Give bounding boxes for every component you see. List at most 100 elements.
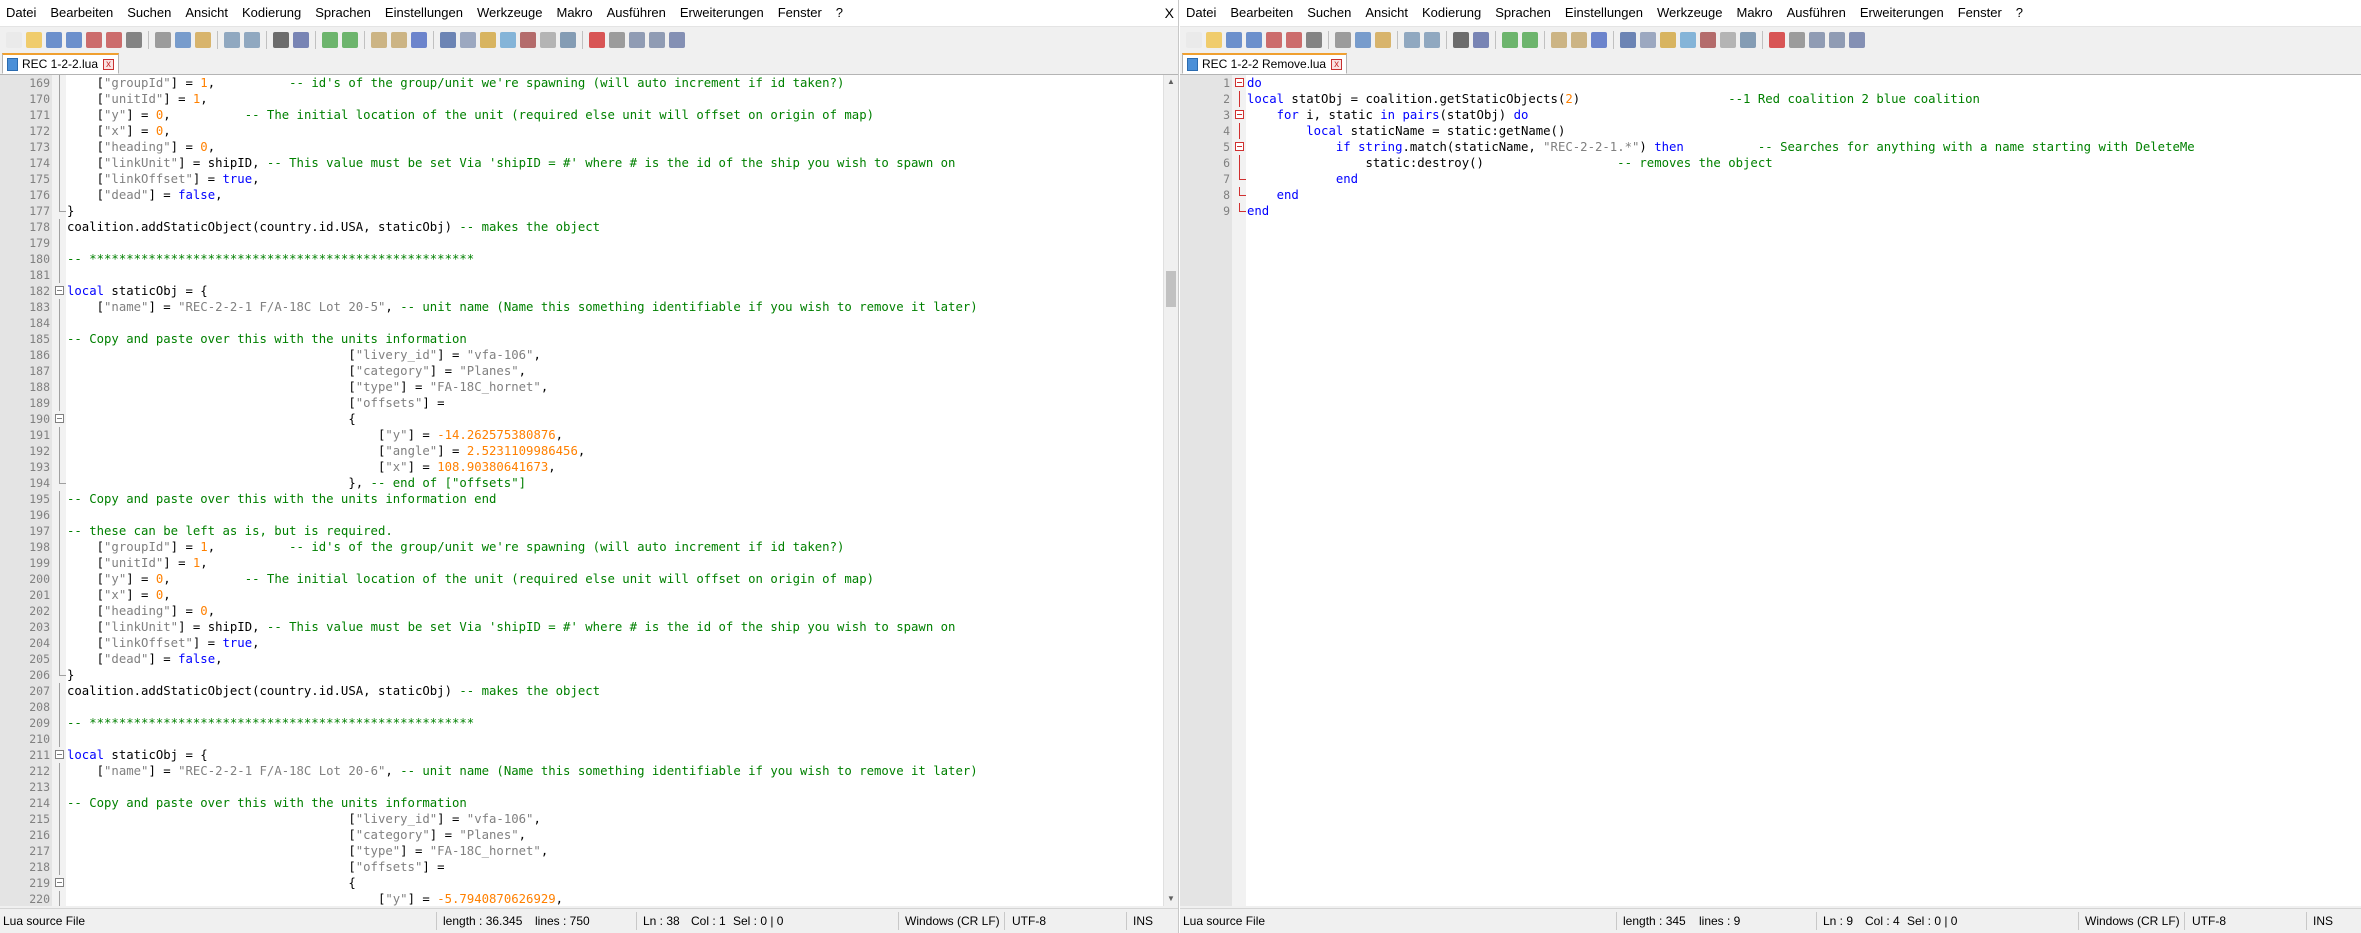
menu-makro[interactable]: Makro [551, 0, 601, 26]
save-all-icon[interactable] [1246, 32, 1262, 48]
play-macro-icon[interactable] [629, 32, 645, 48]
undo-icon[interactable] [224, 32, 240, 48]
save-icon[interactable] [46, 32, 62, 48]
print-icon[interactable] [126, 32, 142, 48]
redo-icon[interactable] [244, 32, 260, 48]
close-all-icon[interactable] [1286, 32, 1302, 48]
folder-workspace-icon[interactable] [540, 32, 556, 48]
save-macro-icon[interactable] [669, 32, 685, 48]
zoom-out-icon[interactable] [1522, 32, 1538, 48]
menu-erweiterungen[interactable]: Erweiterungen [674, 0, 772, 26]
open-file-icon[interactable] [1206, 32, 1222, 48]
copy-icon[interactable] [175, 32, 191, 48]
user-language-icon[interactable] [1660, 32, 1676, 48]
menu-help[interactable]: ? [830, 0, 851, 26]
replace-icon[interactable] [293, 32, 309, 48]
new-file-icon[interactable] [1186, 32, 1202, 48]
close-icon[interactable] [86, 32, 102, 48]
sync-vertical-icon[interactable] [371, 32, 387, 48]
find-icon[interactable] [273, 32, 289, 48]
doc-map-icon[interactable] [1680, 32, 1696, 48]
sync-horizontal-icon[interactable] [391, 32, 407, 48]
tab-close-icon[interactable]: x [1331, 58, 1343, 70]
scroll-down-arrow-icon[interactable]: ▼ [1164, 892, 1178, 906]
record-macro-icon[interactable] [589, 32, 605, 48]
close-icon[interactable] [1266, 32, 1282, 48]
stop-recording-icon[interactable] [609, 32, 625, 48]
tab-close-icon[interactable]: x [103, 58, 115, 70]
scroll-up-arrow-icon[interactable]: ▲ [1164, 75, 1178, 89]
doc-map-icon[interactable] [500, 32, 516, 48]
menu-sprachen[interactable]: Sprachen [1489, 0, 1559, 26]
menu-bearbeiten[interactable]: Bearbeiten [44, 0, 121, 26]
menu-ansicht[interactable]: Ansicht [1359, 0, 1416, 26]
menu-einstellungen[interactable]: Einstellungen [379, 0, 471, 26]
find-icon[interactable] [1453, 32, 1469, 48]
menu-ansicht[interactable]: Ansicht [179, 0, 236, 26]
fold-toggle-icon[interactable] [1235, 78, 1244, 87]
scroll-thumb[interactable] [1166, 271, 1176, 307]
play-macro-icon[interactable] [1809, 32, 1825, 48]
show-all-chars-icon[interactable] [1620, 32, 1636, 48]
close-all-icon[interactable] [106, 32, 122, 48]
menu-ausfuehren[interactable]: Ausführen [601, 0, 674, 26]
code-editor[interactable]: 169 ["groupId"] = 1, -- id's of the grou… [0, 75, 1164, 906]
fold-toggle-icon[interactable] [1235, 142, 1244, 151]
replace-icon[interactable] [1473, 32, 1489, 48]
fold-margin[interactable] [1232, 75, 1246, 906]
menu-werkzeuge[interactable]: Werkzeuge [1651, 0, 1731, 26]
code-editor[interactable]: 1 do 2 local statObj = coalition.getStaticO… [1180, 75, 2361, 906]
run-macro-multiple-icon[interactable] [649, 32, 665, 48]
new-file-icon[interactable] [6, 32, 22, 48]
indent-guide-icon[interactable] [460, 32, 476, 48]
run-macro-multiple-icon[interactable] [1829, 32, 1845, 48]
function-list-icon[interactable] [520, 32, 536, 48]
save-icon[interactable] [1226, 32, 1242, 48]
word-wrap-icon[interactable] [411, 32, 427, 48]
menu-datei[interactable]: Datei [0, 0, 44, 26]
menu-sprachen[interactable]: Sprachen [309, 0, 379, 26]
fold-toggle-icon[interactable] [55, 750, 64, 759]
menu-makro[interactable]: Makro [1731, 0, 1781, 26]
monitoring-icon[interactable] [560, 32, 576, 48]
copy-icon[interactable] [1355, 32, 1371, 48]
menu-einstellungen[interactable]: Einstellungen [1559, 0, 1651, 26]
close-document-button[interactable]: X [1165, 0, 1174, 26]
sync-horizontal-icon[interactable] [1571, 32, 1587, 48]
fold-toggle-icon[interactable] [55, 414, 64, 423]
menu-bearbeiten[interactable]: Bearbeiten [1224, 0, 1301, 26]
user-language-icon[interactable] [480, 32, 496, 48]
menu-fenster[interactable]: Fenster [1952, 0, 2010, 26]
fold-toggle-icon[interactable] [1235, 110, 1244, 119]
sync-vertical-icon[interactable] [1551, 32, 1567, 48]
menu-datei[interactable]: Datei [1180, 0, 1224, 26]
menu-kodierung[interactable]: Kodierung [236, 0, 309, 26]
menu-werkzeuge[interactable]: Werkzeuge [471, 0, 551, 26]
zoom-in-icon[interactable] [322, 32, 338, 48]
function-list-icon[interactable] [1700, 32, 1716, 48]
save-macro-icon[interactable] [1849, 32, 1865, 48]
fold-toggle-icon[interactable] [55, 286, 64, 295]
menu-fenster[interactable]: Fenster [772, 0, 830, 26]
monitoring-icon[interactable] [1740, 32, 1756, 48]
cut-icon[interactable] [155, 32, 171, 48]
menu-ausfuehren[interactable]: Ausführen [1781, 0, 1854, 26]
menu-suchen[interactable]: Suchen [1301, 0, 1359, 26]
zoom-in-icon[interactable] [1502, 32, 1518, 48]
vertical-scrollbar[interactable]: ▲ ▼ [1163, 75, 1178, 906]
indent-guide-icon[interactable] [1640, 32, 1656, 48]
stop-recording-icon[interactable] [1789, 32, 1805, 48]
menu-suchen[interactable]: Suchen [121, 0, 179, 26]
paste-icon[interactable] [1375, 32, 1391, 48]
menu-help[interactable]: ? [2010, 0, 2031, 26]
tab-rec-1-2-2-remove-lua[interactable]: REC 1-2-2 Remove.lua x [1182, 53, 1348, 74]
fold-toggle-icon[interactable] [55, 878, 64, 887]
show-all-chars-icon[interactable] [440, 32, 456, 48]
redo-icon[interactable] [1424, 32, 1440, 48]
paste-icon[interactable] [195, 32, 211, 48]
save-all-icon[interactable] [66, 32, 82, 48]
cut-icon[interactable] [1335, 32, 1351, 48]
menu-erweiterungen[interactable]: Erweiterungen [1854, 0, 1952, 26]
record-macro-icon[interactable] [1769, 32, 1785, 48]
folder-workspace-icon[interactable] [1720, 32, 1736, 48]
